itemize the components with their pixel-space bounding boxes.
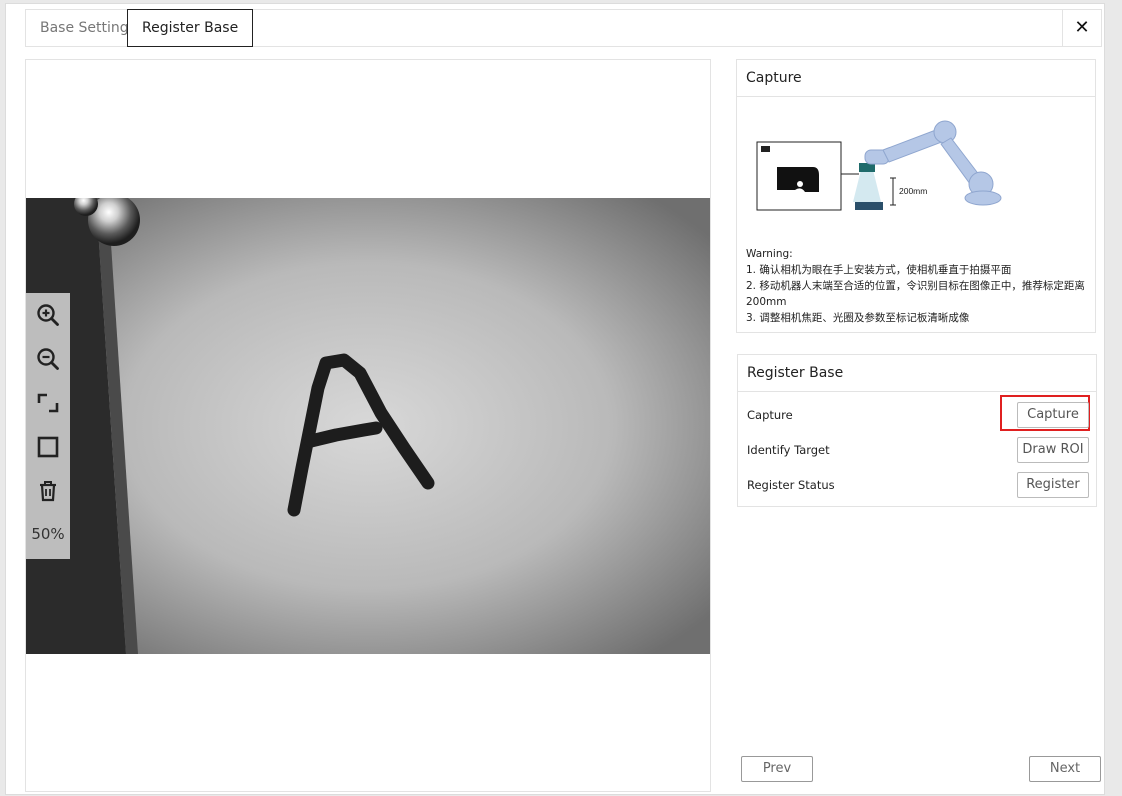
- register-base-dialog: Base Setting Register Base ✕ 50% Capture…: [5, 3, 1105, 795]
- trash-icon: [40, 481, 56, 502]
- fit-icon: [37, 393, 59, 413]
- delete-button[interactable]: [34, 477, 62, 505]
- zoom-in-button[interactable]: [34, 301, 62, 329]
- tab-base-setting[interactable]: Base Setting: [26, 10, 143, 46]
- capture-button[interactable]: Capture: [1017, 402, 1089, 428]
- warning-line-3: 3. 调整相机焦距、光圈及参数至标记板清晰成像: [746, 312, 970, 324]
- tab-register-base[interactable]: Register Base: [127, 9, 254, 47]
- robot-arm: [864, 120, 1002, 206]
- warning-line-2: 2. 移动机器人末端至合适的位置，令识别目标在图像正中，推荐标定距离200mm: [746, 280, 1085, 308]
- capture-row-label: Capture: [747, 408, 793, 422]
- close-button[interactable]: ✕: [1062, 10, 1101, 46]
- identify-target-row: Identify Target Draw ROI: [747, 437, 1089, 463]
- identify-target-label: Identify Target: [747, 443, 830, 457]
- warning-text: Warning: 1. 确认相机为眼在手上安装方式，使相机垂直于拍摄平面 2. …: [746, 246, 1086, 326]
- image-viewer[interactable]: 50%: [25, 59, 711, 792]
- register-base-panel: Register Base Capture Capture Identify T…: [737, 354, 1097, 507]
- capture-panel-title: Capture: [737, 60, 1095, 97]
- register-status-label: Register Status: [747, 478, 835, 492]
- warning-title: Warning:: [746, 248, 793, 260]
- capture-panel: Capture 200mm Warning: 1. 确认相机为眼在手上安装方式，…: [736, 59, 1096, 333]
- camera-image: [26, 198, 710, 654]
- prev-button[interactable]: Prev: [741, 756, 813, 782]
- camera-robot-diagram: 200mm: [756, 120, 1002, 211]
- zoom-out-icon: [37, 348, 59, 370]
- draw-rectangle-button[interactable]: [34, 433, 62, 461]
- capture-row: Capture Capture: [747, 395, 1090, 431]
- image-toolbar: 50%: [26, 293, 70, 559]
- next-button[interactable]: Next: [1029, 756, 1101, 782]
- register-button[interactable]: Register: [1017, 472, 1089, 498]
- register-panel-title: Register Base: [738, 355, 1096, 392]
- camera-icon: [761, 146, 770, 152]
- close-icon: ✕: [1074, 17, 1090, 38]
- warning-line-1: 1. 确认相机为眼在手上安装方式，使相机垂直于拍摄平面: [746, 264, 1012, 276]
- tab-bar: Base Setting Register Base ✕: [25, 9, 1102, 47]
- fit-button[interactable]: [34, 389, 62, 417]
- register-status-row: Register Status Register: [747, 472, 1089, 498]
- zoom-in-icon: [37, 304, 59, 326]
- camera-image-content: [26, 198, 710, 654]
- zoom-level: 50%: [31, 525, 65, 543]
- draw-roi-button[interactable]: Draw ROI: [1017, 437, 1089, 463]
- zoom-out-button[interactable]: [34, 345, 62, 373]
- rectangle-icon: [37, 436, 59, 458]
- distance-label: 200mm: [899, 186, 927, 196]
